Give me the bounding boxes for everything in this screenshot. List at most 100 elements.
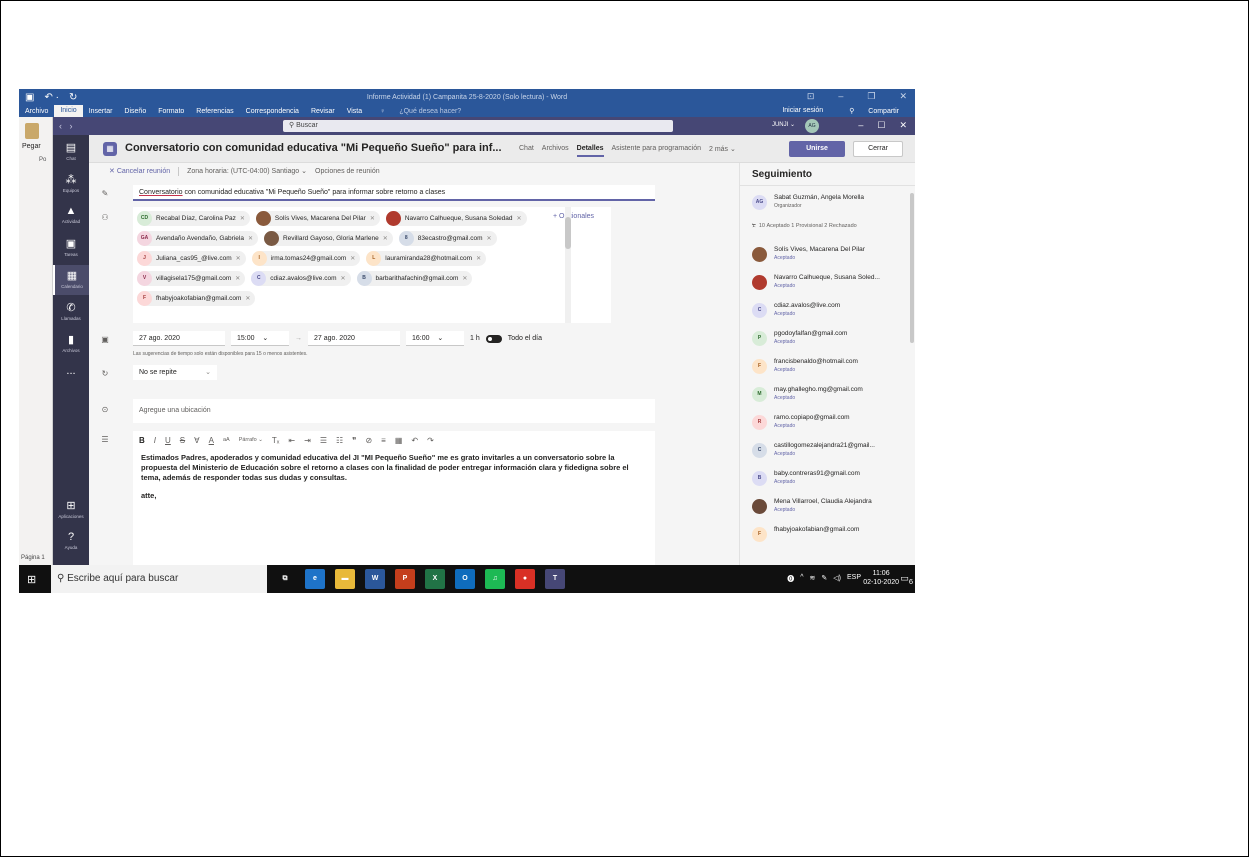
end-time-input[interactable]: 16:00 ⌄ [406,331,464,346]
attendee-chip[interactable]: Vvillagisela175@gmail.com ✕ [137,271,246,286]
tab-chat[interactable]: Chat [519,145,534,157]
attendee-chip[interactable]: CD Recabal Díaz, Carolina Paz ✕ [137,211,250,226]
end-date-input[interactable]: 27 ago. 2020 [308,331,400,346]
remove-attendee-icon[interactable]: ✕ [370,215,375,222]
remove-attendee-icon[interactable]: ✕ [517,215,522,222]
attendees-scrollbar[interactable] [565,207,571,323]
meeting-options-link[interactable]: Opciones de reunión [315,168,380,175]
remove-attendee-icon[interactable]: ✕ [245,295,250,302]
rail-item-teams[interactable]: ⁂ Equipos [53,169,89,199]
remove-attendee-icon[interactable]: ✕ [476,255,481,262]
tab-insertar[interactable]: Insertar [83,108,119,115]
taskbar-clock[interactable]: 11:06 02-10-2020 [863,569,899,587]
teams-search-input[interactable]: ⚲ Buscar [283,120,673,132]
remove-attendee-icon[interactable]: ✕ [236,255,241,262]
table-button[interactable]: ▦ [395,436,403,445]
back-icon[interactable]: ‹ [59,121,62,131]
forward-icon[interactable]: › [70,121,73,131]
remove-attendee-icon[interactable]: ✕ [487,235,492,242]
maximize-icon[interactable]: ☐ [877,120,885,131]
taskbar-app-powerpoint[interactable]: P [395,569,415,589]
horizontal-rule-button[interactable]: ≡ [381,436,386,445]
share-button[interactable]: ⚲ Compartir [837,107,911,115]
tracking-row[interactable]: Mena Villarroel, Claudia Alejandra Acepta… [752,495,902,521]
font-color-button[interactable]: A [209,436,214,445]
close-icon[interactable]: ✕ [899,91,907,102]
remove-attendee-icon[interactable]: ✕ [341,275,346,282]
link-button[interactable]: ⊘ [365,436,372,445]
join-button[interactable]: Unirse [789,141,845,157]
attendee-chip[interactable]: Iirma.tomas24@gmail.com ✕ [251,251,361,266]
save-icon[interactable]: ▣ [25,92,34,103]
start-time-input[interactable]: 15:00 ⌄ [231,331,289,346]
description-editor[interactable]: B I U S ∀ A aA Párrafo ⌄ Tₓ ⇤ ⇥ ☰ ☷ ❞ ⊘ … [133,431,655,565]
tracking-row[interactable]: Ffrancisbenaldo@hotmail.com Aceptado [752,355,902,381]
scroll-thumb[interactable] [910,193,914,343]
ribbon-display-icon[interactable]: ⊡ [807,91,815,102]
tab-correspondencia[interactable]: Correspondencia [240,108,305,115]
tracking-row[interactable]: Solís Vives, Macarena Del Pilar Aceptado [752,243,902,269]
start-date-input[interactable]: 27 ago. 2020 [133,331,225,346]
volume-icon[interactable]: ◁) [833,574,841,584]
attendee-chip[interactable]: Navarro Calhueque, Susana Soledad ✕ [385,211,527,226]
tell-me-box[interactable]: ♀ ¿Qué desea hacer? [368,108,473,115]
minimize-icon[interactable]: – [858,120,863,131]
bold-button[interactable]: B [139,436,145,445]
windows-start-icon[interactable]: ⊞ [27,573,36,586]
outdent-button[interactable]: ⇤ [288,436,295,445]
paragraph-dropdown[interactable]: Párrafo ⌄ [239,437,263,443]
redo-button[interactable]: ↷ [427,436,434,445]
redo-icon[interactable]: ↻ [69,92,77,103]
rail-item-apps[interactable]: ⊞ Aplicaciones [53,495,89,525]
paste-label[interactable]: Pegar [22,143,41,150]
bullets-button[interactable]: ☰ [320,436,327,445]
close-icon[interactable]: ✕ [899,120,907,131]
remove-attendee-icon[interactable]: ✕ [350,255,355,262]
attendee-chip[interactable]: Ffhabyjoakofabian@gmail.com ✕ [137,291,256,306]
strikethrough-button[interactable]: S [180,436,185,445]
tab-diseno[interactable]: Diseño [118,108,152,115]
tracking-row[interactable]: Bbaby.contreras91@gmail.com Aceptado [752,467,902,493]
undo-button[interactable]: ↶ [411,436,418,445]
tab-vista[interactable]: Vista [341,108,368,115]
org-switcher[interactable]: JUNJI ⌄ [772,121,795,128]
tab-formato[interactable]: Formato [152,108,190,115]
tracking-row[interactable]: Ccastillogomezalejandra21@gmail... Acepta… [752,439,902,465]
sign-in-link[interactable]: Iniciar sesión [776,107,829,115]
pen-icon[interactable]: ✎ [821,574,827,584]
taskbar-app-edge[interactable]: e [305,569,325,589]
taskbar-search-input[interactable]: ⚲ Escribe aquí para buscar [51,565,267,593]
timezone-dropdown[interactable]: Zona horaria: (UTC-04:00) Santiago ⌄ [187,167,307,175]
tab-asistente[interactable]: Asistente para programación [612,145,702,157]
tab-more[interactable]: 2 más ⌄ [709,145,736,157]
scroll-thumb[interactable] [565,217,571,249]
clear-format-button[interactable]: Tₓ [272,436,280,445]
remove-attendee-icon[interactable]: ✕ [248,235,253,242]
font-size-button[interactable]: aA [223,437,230,443]
numbering-button[interactable]: ☷ [336,436,343,445]
taskbar-app-excel[interactable]: X [425,569,445,589]
organizer-row[interactable]: AG Sabat Guzmán, Angela Morella Organiza… [752,191,902,217]
all-day-toggle[interactable] [485,334,502,343]
tracking-row[interactable]: Ccdiaz.avalos@live.com Aceptado [752,299,902,325]
taskbar-app-file-explorer[interactable]: ▬ [335,569,355,589]
tracking-row[interactable]: Mmay.ghallegho.mg@gmail.com Aceptado [752,383,902,409]
notification-icon[interactable]: ▭6 [900,573,913,586]
undo-icon[interactable]: ↶ · [44,92,59,103]
minimize-icon[interactable]: – [838,91,843,102]
taskbar-app-task-view[interactable]: ⧉ [275,569,295,589]
rail-item-help[interactable]: ? Ayuda [53,527,89,557]
rail-item-tasks[interactable]: ▣ Tareas [53,233,89,263]
indent-button[interactable]: ⇥ [304,436,311,445]
close-button[interactable]: Cerrar [853,141,903,157]
rail-item-files[interactable]: ▮ Archivos [53,329,89,359]
attendee-chip[interactable]: Bbarbarithafachin@gmail.com ✕ [356,271,473,286]
location-input[interactable]: Agregue una ubicación [133,399,655,423]
rail-item-activity[interactable]: ▲ Actividad [53,201,89,231]
taskbar-app-chrome[interactable]: ● [515,569,535,589]
tracking-row[interactable]: Navarro Calhueque, Susana Soled... Acepta… [752,271,902,297]
attendee-chip[interactable]: Ccdiaz.avalos@live.com ✕ [251,271,351,286]
taskbar-app-word[interactable]: W [365,569,385,589]
tab-revisar[interactable]: Revisar [305,108,341,115]
restore-icon[interactable]: ❐ [867,91,875,102]
